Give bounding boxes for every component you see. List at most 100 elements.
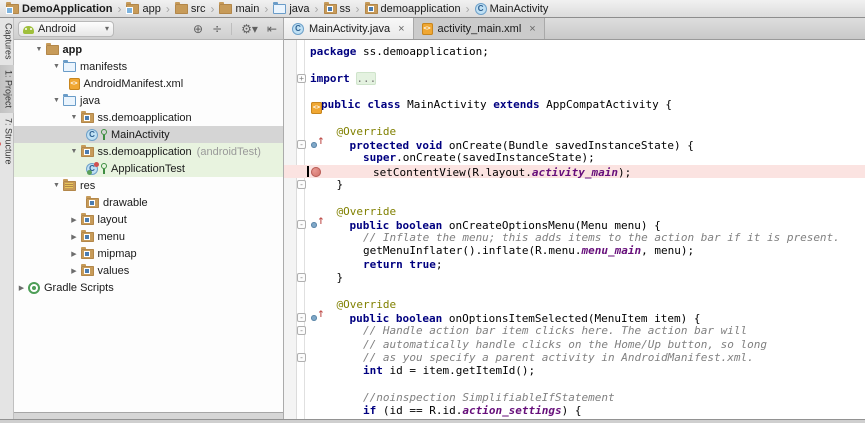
hide-panel-icon[interactable]: ⇤ [267,22,277,36]
tree-item-label: manifests [80,61,127,73]
chevron-expanded-icon[interactable]: ▼ [51,63,62,70]
code-line-24[interactable]: - // as you specify a parent activity in… [284,351,865,364]
fold-marker[interactable]: - [297,326,306,335]
chevron-expanded-icon[interactable]: ▼ [34,46,45,53]
code-line-22[interactable]: - // Handle action bar item clicks here.… [284,324,865,337]
breadcrumb-item-DemoApplication[interactable]: DemoApplication [4,3,114,15]
breadcrumb-separator: › [463,1,473,17]
tree-item-manifests[interactable]: ▼ manifests [14,58,283,75]
code-line-13[interactable]: @Override [284,205,865,218]
code-line-10[interactable]: setContentView(R.layout.activity_main); [284,165,865,178]
code-line-28[interactable]: if (id == R.id.action_settings) { [284,404,865,417]
folder-icon [219,4,232,14]
code-line-18[interactable]: - } [284,271,865,284]
chevron-expanded-icon[interactable]: ▼ [69,114,80,121]
toolwindow-tab-1-Project[interactable]: 1: Project [0,65,14,113]
breadcrumb-item-main[interactable]: main [217,3,261,15]
breadcrumb-label: MainActivity [490,3,549,15]
fold-marker[interactable]: - [297,180,306,189]
tree-item-mipmap[interactable]: ▶mipmap [14,245,283,262]
code-line-3[interactable]: +import ... [284,72,865,85]
chevron-collapsed-icon[interactable]: ▶ [69,216,80,224]
code-line-17[interactable]: return true; [284,258,865,271]
code-text: } [310,271,343,284]
breadcrumb-item-src[interactable]: src [173,3,208,15]
tree-item-MainActivity[interactable]: MainActivity [14,126,283,143]
breadcrumb-item-MainActivity[interactable]: MainActivity [473,3,551,15]
code-line-21[interactable]: - public boolean onOptionsItemSelected(M… [284,311,865,324]
code-line-23[interactable]: // automatically handle clicks on the Ho… [284,338,865,351]
toolwindow-tab-7-Structure[interactable]: 7: Structure [0,113,14,170]
override-marker-icon[interactable] [311,139,324,150]
code-line-1[interactable]: package ss.demoapplication; [284,45,865,58]
fold-marker[interactable]: - [297,220,306,229]
breadcrumb-item-demoapplication[interactable]: demoapplication [363,3,463,15]
editor-tab-activity_main-xml[interactable]: activity_main.xml× [414,18,545,39]
code-text: if (id == R.id.action_settings) { [310,404,582,417]
code-line-16[interactable]: getMenuInflater().inflate(R.menu.menu_ma… [284,244,865,257]
tree-item-Gradle-Scripts[interactable]: ▶Gradle Scripts [14,279,283,296]
code-line-8[interactable]: - protected void onCreate(Bundle savedIn… [284,138,865,151]
project-panel-toolbar: ⊕ ÷ ⚙▾ ⇤ [193,22,277,36]
code-line-20[interactable]: @Override [284,298,865,311]
chevron-collapsed-icon[interactable]: ▶ [69,267,80,275]
chevron-expanded-icon[interactable]: ▼ [51,182,62,189]
tree-item-ss-demoapplication[interactable]: ▼ss.demoapplication [14,109,283,126]
code-text: package ss.demoapplication; [310,45,489,58]
tree-item-app[interactable]: ▼app [14,41,283,58]
collapse-all-icon[interactable]: ÷ [212,22,222,36]
tree-item-drawable[interactable]: drawable [14,194,283,211]
code-line-26[interactable] [284,377,865,390]
tree-item-res[interactable]: ▼res [14,177,283,194]
code-line-19[interactable] [284,284,865,297]
code-line-15[interactable]: // Inflate the menu; this adds items to … [284,231,865,244]
code-line-6[interactable] [284,111,865,124]
code-line-11[interactable]: - } [284,178,865,191]
tree-item-layout[interactable]: ▶layout [14,211,283,228]
fold-marker[interactable]: - [297,140,306,149]
toolwindow-tab-Captures[interactable]: Captures [0,18,14,65]
chevron-expanded-icon[interactable]: ▼ [51,97,62,104]
chevron-collapsed-icon[interactable]: ▶ [16,284,27,292]
tree-item-ApplicationTest[interactable]: ApplicationTest [14,160,283,177]
code-line-25[interactable]: int id = item.getItemId(); [284,364,865,377]
view-selector-combo[interactable]: Android ▾ [18,21,114,37]
editor-pane: MainActivity.java×activity_main.xml× pac… [283,18,865,419]
override-marker-icon[interactable] [311,219,324,230]
package-icon [81,249,94,259]
tree-item-menu[interactable]: ▶menu [14,228,283,245]
code-line-4[interactable] [284,85,865,98]
code-line-2[interactable] [284,58,865,71]
override-marker-icon[interactable] [311,312,324,323]
tree-item-values[interactable]: ▶values [14,262,283,279]
fold-marker[interactable]: - [297,353,306,362]
tree-item-java[interactable]: ▼java [14,92,283,109]
editor-tab-MainActivity-java[interactable]: MainActivity.java× [284,18,414,39]
fold-marker[interactable]: - [297,313,306,322]
tree-item-ss-demoapplication[interactable]: ▼ss.demoapplication(androidTest) [14,143,283,160]
code-line-5[interactable]: public class MainActivity extends AppCom… [284,98,865,111]
code-editor[interactable]: package ss.demoapplication; +import ... pu… [284,40,865,419]
tree-item-AndroidManifest-xml[interactable]: AndroidManifest.xml [14,75,283,92]
locate-source-icon[interactable]: ⊕ [193,22,203,36]
tool-window-bar: Captures1: Project7: Structure [0,18,14,419]
file-xml-icon [422,23,433,35]
code-line-9[interactable]: super.onCreate(savedInstanceState); [284,151,865,164]
breakpoint-icon[interactable] [311,167,321,177]
fold-marker[interactable]: - [297,273,306,282]
chevron-collapsed-icon[interactable]: ▶ [69,233,80,241]
code-line-14[interactable]: - public boolean onCreateOptionsMenu(Men… [284,218,865,231]
close-icon[interactable]: × [529,23,535,35]
project-tree: ▼app▼manifestsAndroidManifest.xml▼java▼s… [14,40,283,413]
breadcrumb-item-app[interactable]: app [124,3,162,15]
chevron-collapsed-icon[interactable]: ▶ [69,250,80,258]
code-line-7[interactable]: @Override [284,125,865,138]
code-line-12[interactable] [284,191,865,204]
close-icon[interactable]: × [398,23,404,35]
settings-icon[interactable]: ⚙▾ [241,22,258,36]
fold-marker[interactable]: + [297,74,306,83]
code-line-27[interactable]: //noinspection SimplifiableIfStatement [284,391,865,404]
breadcrumb-item-java[interactable]: java [271,3,311,15]
breadcrumb-item-ss[interactable]: ss [322,3,353,15]
chevron-expanded-icon[interactable]: ▼ [69,148,80,155]
